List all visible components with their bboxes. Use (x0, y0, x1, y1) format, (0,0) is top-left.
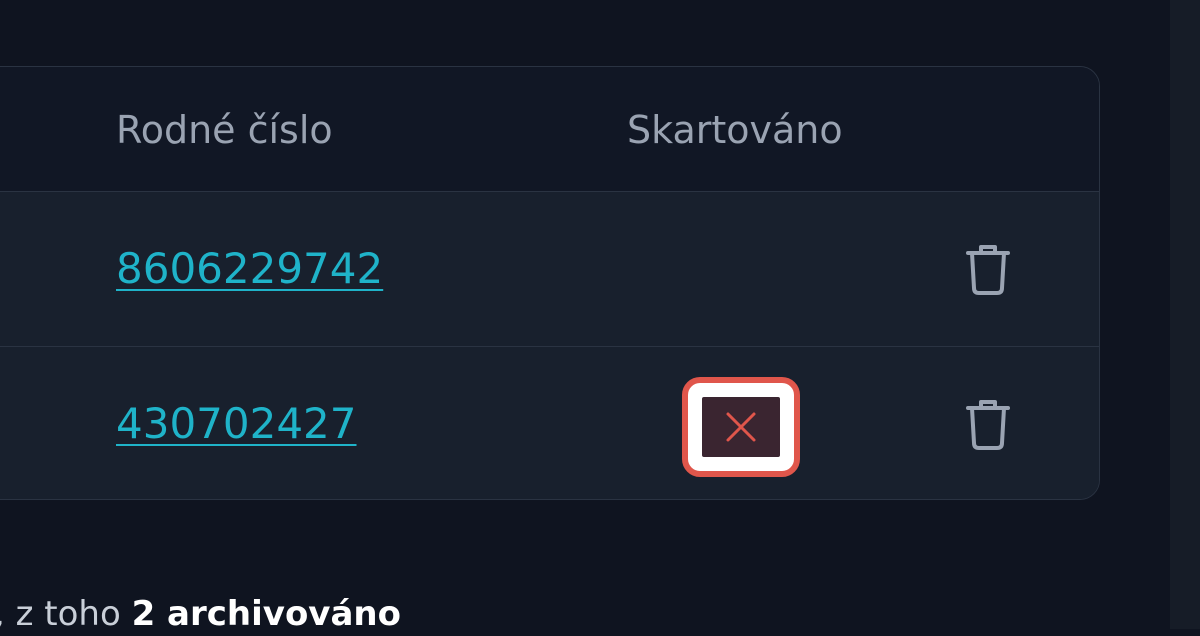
archived-count: 2 archivováno (131, 594, 401, 634)
table-row: 8606229742 (0, 191, 1099, 346)
delete-button[interactable] (963, 241, 1013, 297)
summary-prefix: , z toho (0, 594, 132, 634)
column-header-rodne-cislo: Rodné číslo (116, 108, 333, 152)
table-row: 430702427 (0, 346, 1099, 499)
scroll-gutter (1170, 0, 1200, 629)
skartovano-highlight (682, 377, 800, 477)
skartovano-x-button[interactable] (702, 397, 780, 457)
column-header-skartovano: Skartováno (627, 108, 843, 152)
rodne-cislo-link[interactable]: 430702427 (116, 399, 357, 449)
table-summary: , z toho 2 archivováno (0, 592, 401, 636)
trash-icon (966, 400, 1010, 450)
table-header: Rodné číslo Skartováno (0, 67, 1099, 191)
rodne-cislo-link[interactable]: 8606229742 (116, 244, 383, 294)
records-table: Rodné číslo Skartováno 8606229742 430702… (0, 66, 1100, 500)
trash-icon (966, 245, 1010, 295)
x-icon (726, 412, 756, 442)
delete-button[interactable] (963, 396, 1013, 452)
